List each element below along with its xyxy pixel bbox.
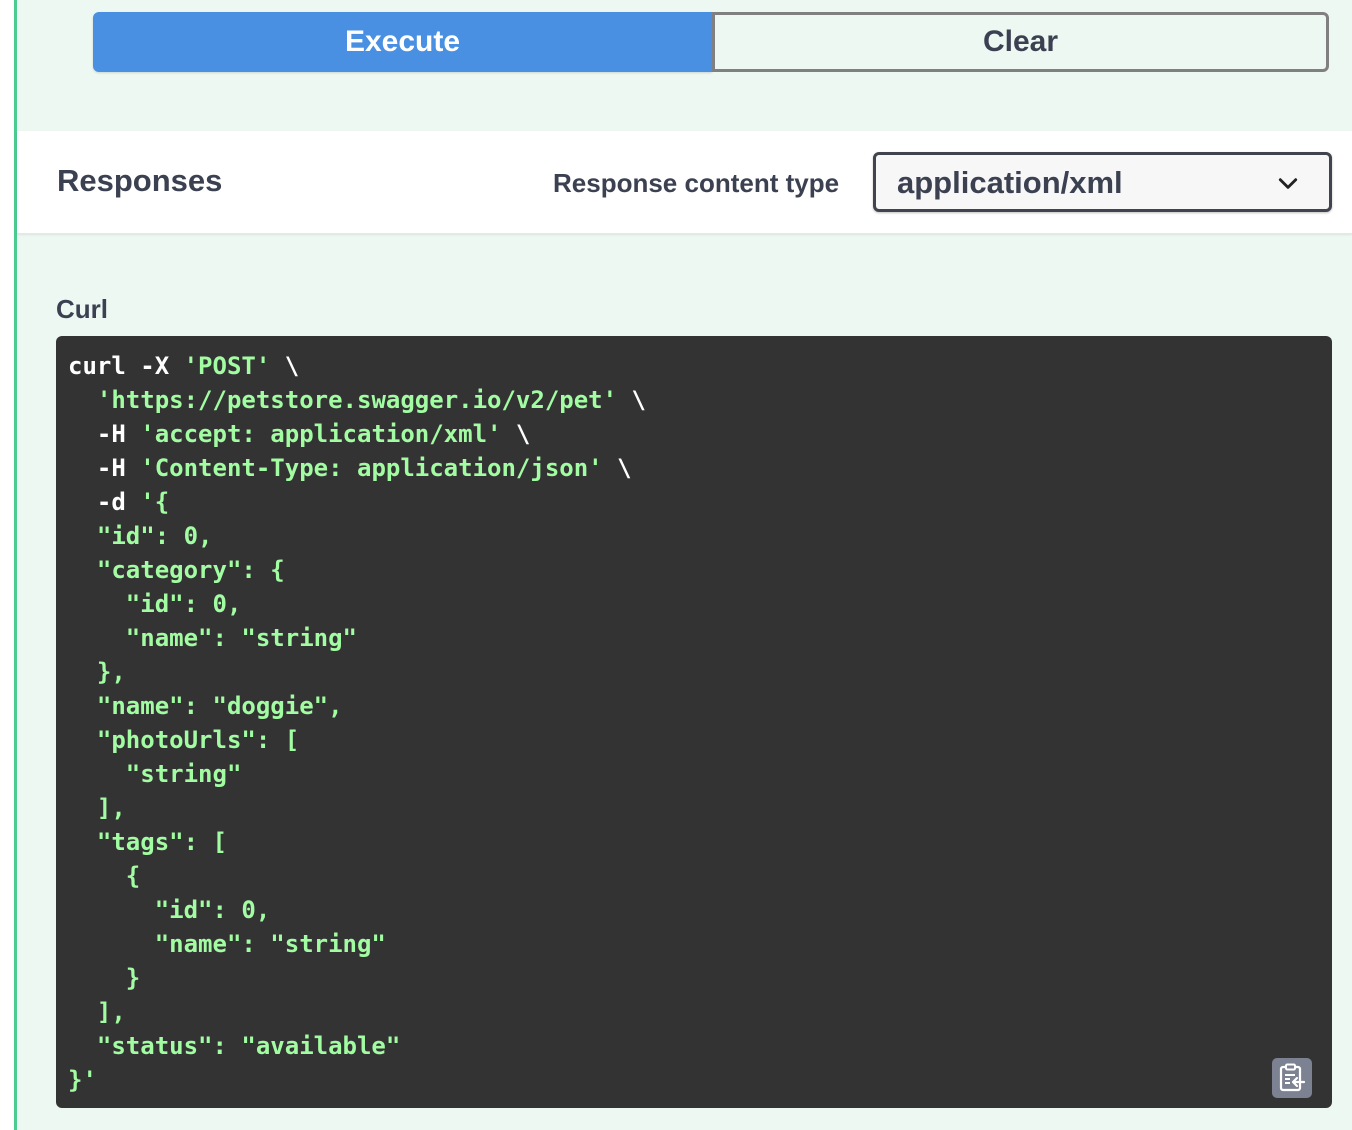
- copy-to-clipboard-button[interactable]: [1272, 1058, 1312, 1098]
- code-plain-token: \: [602, 454, 632, 482]
- execute-button[interactable]: Execute: [93, 12, 712, 72]
- code-line: "tags": [: [68, 825, 1320, 859]
- code-string-token: "string": [68, 760, 242, 788]
- code-string-token: "tags": [: [68, 828, 227, 856]
- code-string-token: "photoUrls": [: [68, 726, 300, 754]
- code-line: {: [68, 859, 1320, 893]
- curl-command: curl -X 'POST' \ 'https://petstore.swagg…: [68, 349, 1320, 1097]
- code-line: }': [68, 1063, 1320, 1097]
- responses-title: Responses: [57, 163, 223, 198]
- code-string-token: ],: [68, 998, 126, 1026]
- code-string-token: "id": 0,: [68, 896, 271, 924]
- code-string-token: "name": "doggie",: [68, 692, 343, 720]
- code-line: "photoUrls": [: [68, 723, 1320, 757]
- code-line: "id": 0,: [68, 519, 1320, 553]
- code-line: }: [68, 961, 1320, 995]
- code-string-token: "id": 0,: [68, 522, 213, 550]
- code-plain-token: \: [270, 352, 300, 380]
- code-line: "status": "available": [68, 1029, 1320, 1063]
- code-plain-token: \: [501, 420, 531, 448]
- code-plain-token: [68, 386, 97, 414]
- clear-button[interactable]: Clear: [712, 12, 1329, 72]
- code-string-token: ],: [68, 794, 126, 822]
- execute-wrapper: Execute Clear: [93, 12, 1329, 72]
- code-string-token: {: [68, 862, 141, 890]
- code-plain-token: -H: [68, 420, 141, 448]
- code-string-token: "status": "available": [68, 1032, 401, 1060]
- chevron-down-icon: [1278, 178, 1298, 189]
- code-string-token: "id": 0,: [68, 590, 242, 618]
- code-line: "string": [68, 757, 1320, 791]
- code-line: },: [68, 655, 1320, 689]
- response-content-type-select[interactable]: application/xml: [873, 152, 1332, 212]
- code-string-token: "name": "string": [68, 930, 386, 958]
- code-line: "name": "string": [68, 927, 1320, 961]
- response-content-type-label: Response content type: [553, 168, 840, 198]
- curl-heading: Curl: [56, 294, 108, 324]
- code-plain-token: -H: [68, 454, 141, 482]
- curl-code-block[interactable]: curl -X 'POST' \ 'https://petstore.swagg…: [56, 336, 1332, 1108]
- responses-header: Responses Response content type applicat…: [17, 131, 1352, 234]
- code-line: "id": 0,: [68, 587, 1320, 621]
- code-string-token: "category": {: [68, 556, 285, 584]
- response-content-type-value: application/xml: [897, 165, 1123, 200]
- code-string-token: },: [68, 658, 126, 686]
- code-plain-token: curl -X: [68, 352, 184, 380]
- code-plain-token: -d: [68, 488, 141, 516]
- code-line: ],: [68, 995, 1320, 1029]
- code-string-token: "name": "string": [68, 624, 357, 652]
- code-line: -d '{: [68, 485, 1320, 519]
- code-line: "name": "string": [68, 621, 1320, 655]
- code-line: "category": {: [68, 553, 1320, 587]
- code-line: -H 'accept: application/xml' \: [68, 417, 1320, 451]
- clipboard-copy-icon: [1279, 1063, 1306, 1092]
- code-string-token: }': [68, 1066, 97, 1094]
- code-line: "id": 0,: [68, 893, 1320, 927]
- code-line: "name": "doggie",: [68, 689, 1320, 723]
- code-string-token: 'POST': [183, 352, 271, 380]
- code-line: 'https://petstore.swagger.io/v2/pet' \: [68, 383, 1320, 417]
- code-string-token: }: [68, 964, 141, 992]
- code-line: curl -X 'POST' \: [68, 349, 1320, 383]
- code-plain-token: \: [617, 386, 646, 414]
- code-string-token: '{: [140, 488, 170, 516]
- code-string-token: 'accept: application/xml': [140, 420, 502, 448]
- code-string-token: 'Content-Type: application/json': [140, 454, 603, 482]
- code-string-token: 'https://petstore.swagger.io/v2/pet': [96, 386, 618, 414]
- code-line: ],: [68, 791, 1320, 825]
- code-line: -H 'Content-Type: application/json' \: [68, 451, 1320, 485]
